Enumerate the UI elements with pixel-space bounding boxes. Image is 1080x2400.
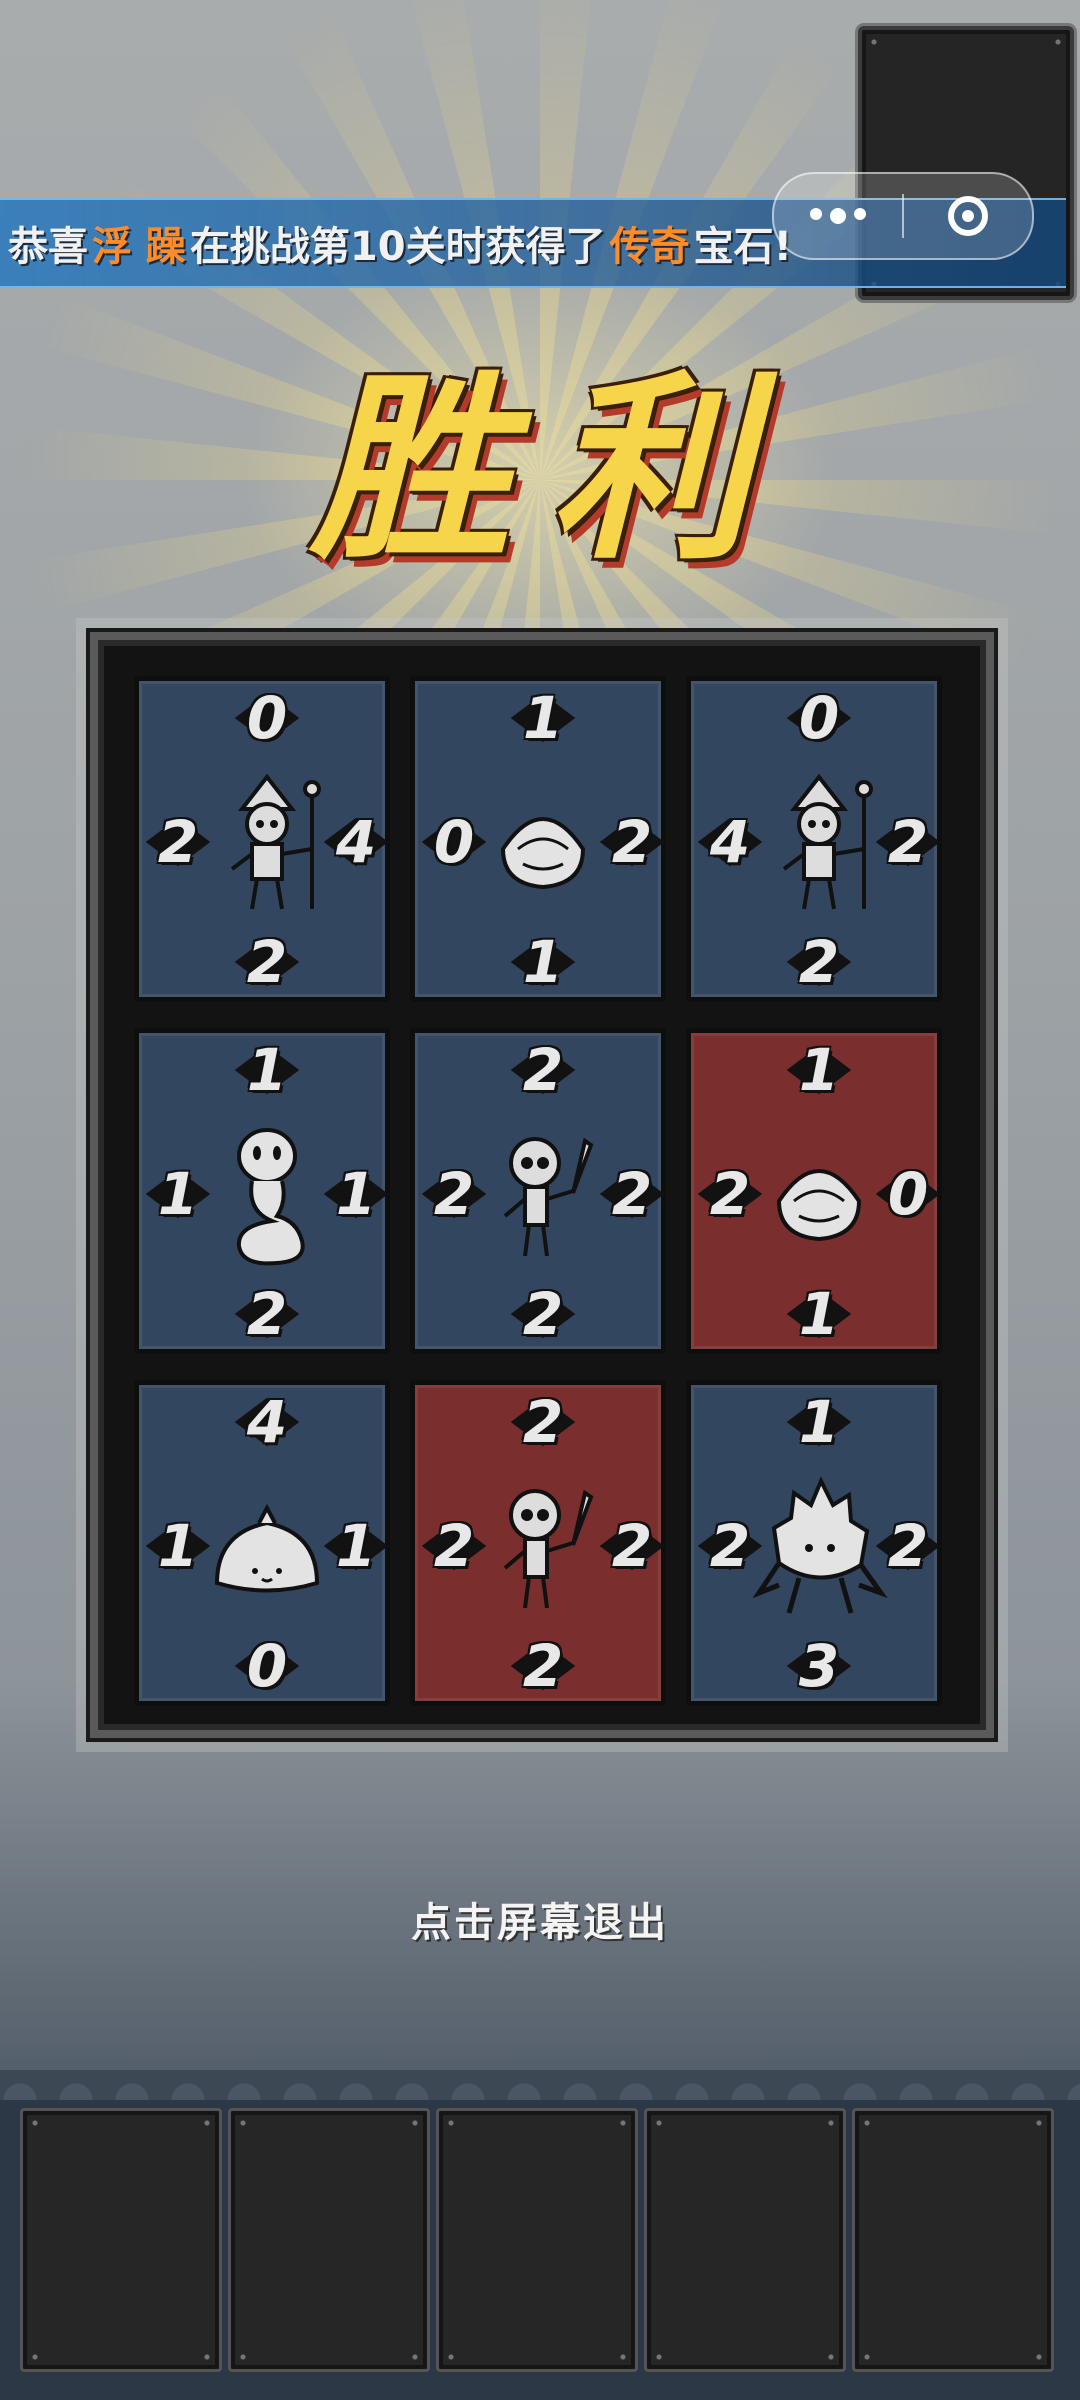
hand-card-slot[interactable] [852, 2108, 1054, 2372]
tap-to-exit-hint[interactable]: 点击屏幕退出 [0, 1890, 1080, 1948]
wizard-icon [749, 769, 889, 919]
card-stat-bottom: 1 [784, 1279, 854, 1349]
dumpling-icon [197, 1473, 337, 1623]
card-stat-bottom: 2 [232, 1279, 302, 1349]
card-stat-right: 0 [873, 1159, 943, 1229]
board-card[interactable]: 2222 [410, 1028, 666, 1354]
card-stat-top: 4 [232, 1387, 302, 1457]
card-stat-right: 2 [597, 1511, 667, 1581]
card-stat-bottom: 2 [508, 1631, 578, 1701]
egg-icon [749, 1121, 889, 1271]
banner-prefix: 恭喜 [8, 224, 88, 270]
card-stat-top: 1 [784, 1035, 854, 1105]
skeleton-icon [473, 1121, 613, 1271]
card-stat-bottom: 3 [784, 1631, 854, 1701]
board-card[interactable]: 1232 [686, 1380, 942, 1706]
card-stat-left: 2 [419, 1159, 489, 1229]
banner-rarity: 传奇 [609, 224, 690, 270]
card-stat-right: 2 [597, 807, 667, 877]
ghost-icon [197, 1121, 337, 1271]
spiky-beast-icon [749, 1473, 889, 1623]
hand-card-slot[interactable] [644, 2108, 846, 2372]
more-menu-button[interactable] [774, 208, 902, 224]
board-card[interactable]: 2222 [410, 1380, 666, 1706]
board-card[interactable]: 1210 [410, 676, 666, 1002]
card-stat-top: 2 [508, 1387, 578, 1457]
close-miniprogram-button[interactable] [904, 196, 1032, 236]
board-card[interactable]: 0224 [686, 676, 942, 1002]
card-stat-top: 0 [232, 683, 302, 753]
card-stat-left: 2 [143, 807, 213, 877]
card-stat-top: 0 [784, 683, 854, 753]
card-stat-left: 2 [695, 1511, 765, 1581]
card-stat-right: 2 [873, 807, 943, 877]
card-stat-top: 2 [508, 1035, 578, 1105]
card-stat-right: 4 [321, 807, 391, 877]
card-stat-left: 1 [143, 1159, 213, 1229]
more-dot-icon [854, 208, 866, 220]
banner-player-name: 浮 躁 [92, 224, 186, 270]
card-stat-right: 2 [597, 1159, 667, 1229]
more-dot-icon [830, 208, 846, 224]
egg-icon [473, 769, 613, 919]
card-stat-bottom: 2 [784, 927, 854, 997]
more-dot-icon [810, 208, 822, 220]
card-stat-right: 1 [321, 1511, 391, 1581]
card-stat-bottom: 1 [508, 927, 578, 997]
banner-middle: 在挑战第10关时获得了 [189, 224, 606, 270]
card-stat-left: 2 [695, 1159, 765, 1229]
hand-card-slot[interactable] [436, 2108, 638, 2372]
card-stat-bottom: 0 [232, 1631, 302, 1701]
card-stat-left: 0 [419, 807, 489, 877]
card-stat-left: 4 [695, 807, 765, 877]
board-card[interactable]: 1121 [134, 1028, 390, 1354]
victory-title: 胜利 [309, 352, 790, 587]
hand-card-slot[interactable] [228, 2108, 430, 2372]
card-stat-right: 1 [321, 1159, 391, 1229]
board-card[interactable]: 4101 [134, 1380, 390, 1706]
wizard-icon [197, 769, 337, 919]
game-board: 042212100224112122221012410122221232 [98, 640, 986, 1730]
card-stat-top: 1 [232, 1035, 302, 1105]
card-stat-bottom: 2 [508, 1279, 578, 1349]
card-stat-right: 2 [873, 1511, 943, 1581]
card-stat-left: 1 [143, 1511, 213, 1581]
card-stat-top: 1 [784, 1387, 854, 1457]
board-card[interactable]: 1012 [686, 1028, 942, 1354]
hand-card-slot[interactable] [20, 2108, 222, 2372]
skeleton-icon [473, 1473, 613, 1623]
card-stat-left: 2 [419, 1511, 489, 1581]
card-stat-top: 1 [508, 683, 578, 753]
miniprogram-capsule [772, 172, 1034, 260]
card-stat-bottom: 2 [232, 927, 302, 997]
target-icon [948, 196, 988, 236]
board-card[interactable]: 0422 [134, 676, 390, 1002]
